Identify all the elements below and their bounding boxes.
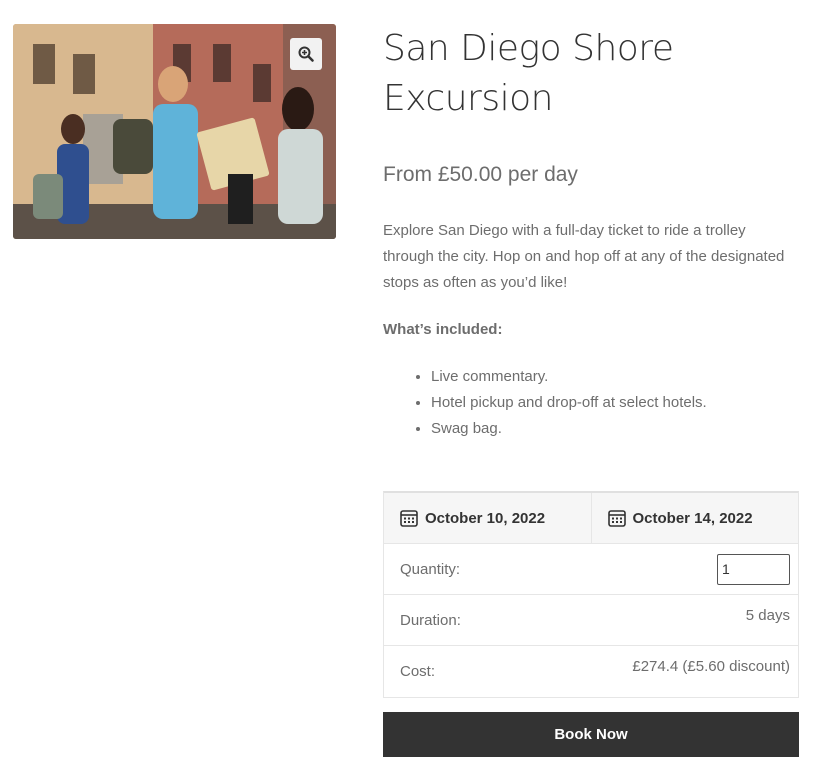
list-item: Live commentary. bbox=[431, 364, 799, 390]
duration-label: Duration: bbox=[400, 611, 461, 629]
zoom-button[interactable] bbox=[290, 38, 322, 70]
cost-value: £274.4 (£5.60 discount) bbox=[632, 658, 790, 675]
booking-form: October 10, 2022 October 14, 2022 Quanti… bbox=[383, 491, 799, 698]
product-summary: San Diego Shore Excursion From £50.00 pe… bbox=[383, 24, 799, 442]
duration-row: Duration: 5 days bbox=[384, 595, 798, 646]
cost-row: Cost: £274.4 (£5.60 discount) bbox=[384, 646, 798, 697]
product-image[interactable] bbox=[13, 24, 336, 239]
calendar-icon bbox=[400, 509, 418, 527]
end-date-picker[interactable]: October 14, 2022 bbox=[590, 493, 799, 543]
calendar-icon bbox=[607, 509, 626, 527]
quantity-input[interactable] bbox=[717, 553, 790, 585]
list-item: Swag bag. bbox=[431, 416, 799, 442]
cost-label: Cost: bbox=[400, 663, 436, 680]
product-title: San Diego Shore Excursion bbox=[383, 28, 674, 119]
start-date-label: October 10, 2022 bbox=[425, 509, 546, 527]
book-now-button[interactable]: Book Now bbox=[383, 712, 799, 757]
start-date-picker[interactable]: October 10, 2022 bbox=[384, 493, 591, 543]
included-list: Live commentary. Hotel pickup and drop-o… bbox=[383, 364, 799, 442]
quantity-row: Quantity: bbox=[384, 544, 798, 595]
quantity-label: Quantity: bbox=[400, 560, 461, 578]
date-range: October 10, 2022 October 14, 2022 bbox=[384, 493, 798, 544]
product-description: Explore San Diego with a full-day ticket… bbox=[383, 222, 785, 291]
duration-value: 5 days bbox=[745, 607, 790, 624]
zoom-in-icon bbox=[298, 46, 314, 62]
list-item: Hotel pickup and drop-off at select hote… bbox=[431, 390, 799, 416]
included-heading: What’s included: bbox=[383, 321, 503, 338]
product-gallery bbox=[13, 24, 336, 239]
product-price: From £50.00 per day bbox=[383, 163, 578, 186]
end-date-label: October 14, 2022 bbox=[632, 509, 753, 527]
